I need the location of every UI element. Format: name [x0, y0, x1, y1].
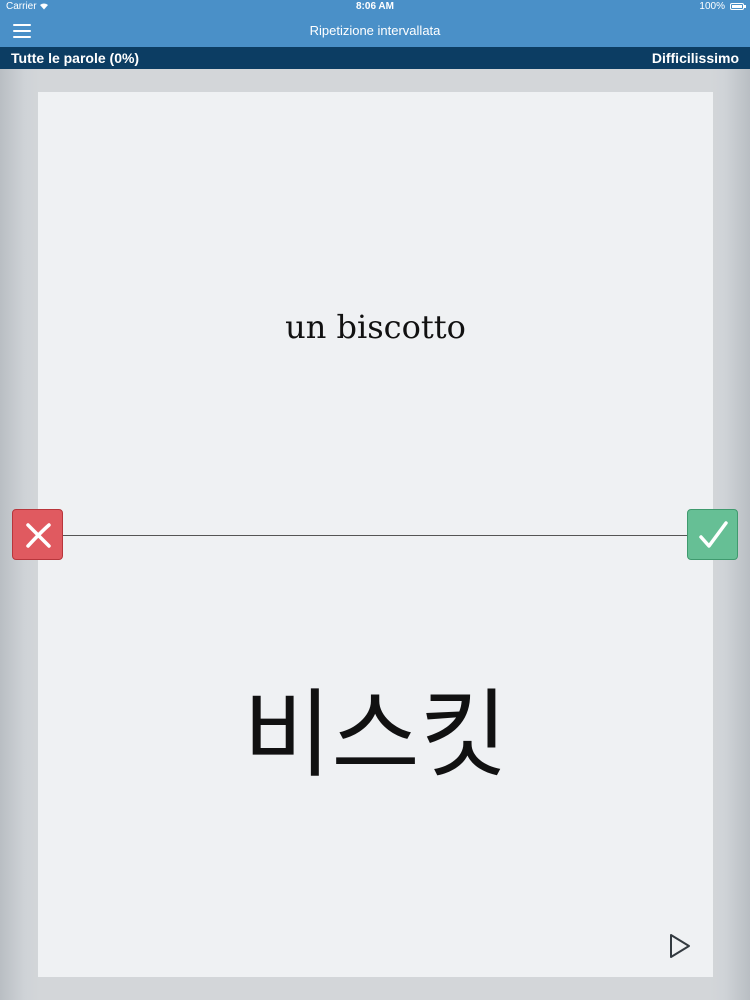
checkmark-icon	[699, 521, 728, 548]
difficulty-label[interactable]: Difficilissimo	[652, 50, 739, 66]
page-title: Ripetizione intervallata	[309, 23, 441, 38]
word-set-label[interactable]: Tutte le parole (0%)	[11, 50, 139, 66]
card-front-text: un biscotto	[285, 308, 466, 346]
wrong-answer-button[interactable]	[12, 509, 63, 560]
navigation-bar: Ripetizione intervallata	[0, 14, 750, 47]
battery-icon	[730, 3, 746, 10]
right-answer-button[interactable]	[687, 509, 738, 560]
status-time: 8:06 AM	[356, 1, 394, 12]
card-back-text: 비스킷	[243, 679, 508, 791]
progress-bar: Tutte le parole (0%) Difficilissimo	[0, 47, 750, 69]
close-icon	[26, 523, 51, 548]
battery-percentage: 100%	[699, 1, 725, 12]
card-divider	[38, 535, 713, 536]
play-audio-button[interactable]	[668, 932, 694, 960]
play-icon	[670, 934, 690, 958]
status-bar: Carrier 8:06 AM 100%	[0, 0, 750, 14]
